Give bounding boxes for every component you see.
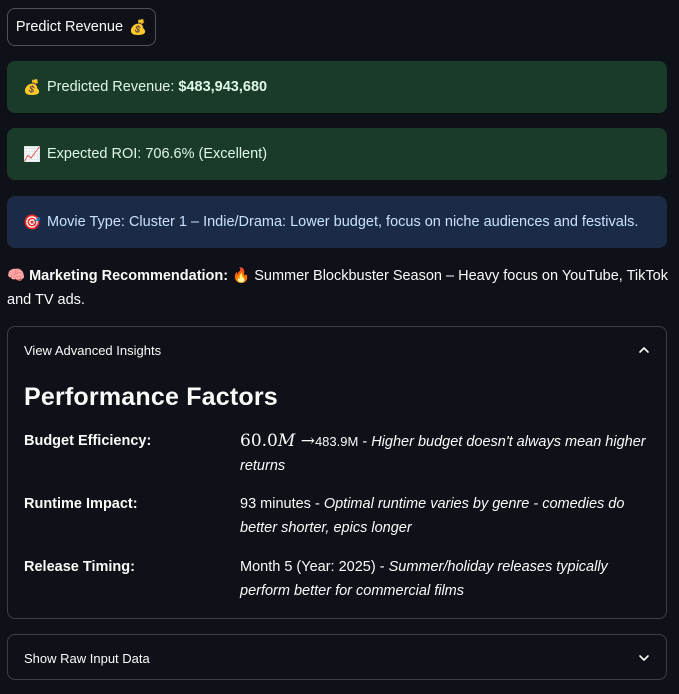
predict-revenue-label: Predict Revenue (15, 19, 124, 35)
advanced-insights-title: View Advanced Insights (24, 342, 162, 358)
expected-roi-alert: 📈 Expected ROI: 706.6% (Excellent) (7, 128, 667, 180)
money-bag-icon: 💰 (23, 79, 42, 96)
advanced-insights-header[interactable]: View Advanced Insights (8, 327, 666, 373)
chevron-up-icon (639, 347, 649, 353)
runtime-value: 93 minutes (240, 496, 311, 512)
marketing-recommendation: 🧠 Marketing Recommendation: 🔥 Summer Blo… (7, 264, 671, 312)
movie-type-text: Movie Type: Cluster 1 – Indie/Drama: Low… (47, 214, 639, 230)
separator: - (375, 559, 389, 575)
runtime-impact-label: Runtime Impact: (24, 496, 138, 512)
raw-input-expander: Show Raw Input Data (7, 634, 667, 680)
release-value: Month 5 (Year: 2025) (240, 559, 376, 575)
chevron-down-icon (639, 655, 649, 661)
target-icon: 🎯 (23, 214, 42, 231)
marketing-label: Marketing Recommendation: (29, 268, 229, 284)
predicted-revenue-prefix: Predicted Revenue: (47, 79, 179, 95)
money-bag-icon: 💰 (129, 19, 148, 36)
chart-increasing-icon: 📈 (23, 146, 42, 163)
expected-roi-text: Expected ROI: 706.6% (Excellent) (47, 146, 268, 162)
predicted-revenue-alert: 💰 Predicted Revenue: $483,943,680 (7, 61, 667, 113)
raw-input-header[interactable]: Show Raw Input Data (8, 635, 666, 681)
release-timing-value: Month 5 (Year: 2025) - Summer/holiday re… (240, 555, 655, 603)
brain-icon: 🧠 (7, 268, 26, 284)
runtime-impact-value: 93 minutes - Optimal runtime varies by g… (240, 492, 655, 540)
release-timing-label: Release Timing: (24, 559, 135, 575)
separator: - (310, 496, 324, 512)
budget-efficiency-value: 60.0M →483.9M - Higher budget doesn't al… (240, 429, 655, 478)
fire-icon: 🔥 (232, 268, 251, 284)
predict-revenue-button[interactable]: Predict Revenue 💰 (7, 8, 156, 46)
budget-math-expression: 60.0M → (240, 431, 315, 451)
predicted-revenue-value: $483,943,680 (178, 79, 268, 95)
budget-efficiency-label: Budget Efficiency: (24, 433, 152, 449)
movie-type-alert: 🎯 Movie Type: Cluster 1 – Indie/Drama: L… (7, 196, 667, 248)
raw-input-title: Show Raw Input Data (24, 650, 150, 666)
separator: - (358, 434, 372, 450)
advanced-insights-expander: View Advanced Insights Performance Facto… (7, 326, 667, 619)
performance-factors-heading: Performance Factors (24, 383, 278, 411)
budget-revenue-value: 483.9M (314, 434, 359, 449)
